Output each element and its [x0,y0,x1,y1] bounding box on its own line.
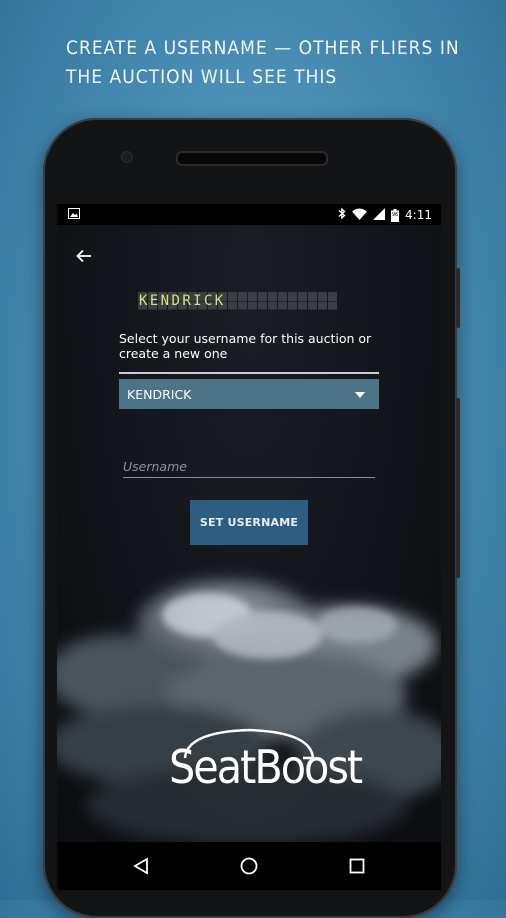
nav-home-icon[interactable] [237,854,261,878]
flap-tile [318,292,327,310]
front-camera [121,151,133,163]
username-input[interactable] [123,455,375,478]
back-arrow-icon[interactable] [73,245,95,267]
wifi-icon [352,208,368,223]
helper-text: Select your username for this auction or… [119,331,372,361]
volume-button [456,268,460,328]
flap-tile [228,292,237,310]
dropdown-selected-value: KENDRICK [127,387,192,402]
flap-tile [288,292,297,310]
status-time: 4:11 [405,208,432,222]
battery-level: 96 [391,211,399,218]
app-content: KENDRICK Select your username for this a… [57,225,441,842]
promo-headline: CREATE A USERNAME — OTHER FLIERS IN THE … [66,37,460,88]
flap-tile [238,292,247,310]
image-notification-icon [68,208,80,222]
caret-down-icon [355,392,365,398]
flapboard-username: KENDRICK [139,293,226,309]
divider [119,372,379,374]
signal-icon [373,207,386,223]
flap-tile [248,292,257,310]
side-button [456,398,460,578]
phone-screen: 96 4:11 KENDRICK Select your username fo… [57,204,441,890]
flap-tile [268,292,277,310]
flap-tile [308,292,317,310]
navigation-bar [57,842,441,890]
nav-back-icon[interactable] [129,854,153,878]
flap-tile [328,292,337,310]
set-username-button[interactable]: SET USERNAME [190,500,308,545]
seatboost-logo: SeatBoost [169,722,363,806]
nav-recents-icon[interactable] [345,854,369,878]
username-dropdown[interactable]: KENDRICK [119,379,379,409]
flap-tile [298,292,307,310]
flap-tile [278,292,287,310]
flap-tile [258,292,267,310]
bluetooth-icon [338,207,346,223]
status-bar: 96 4:11 [57,204,441,225]
battery-icon: 96 [391,208,400,222]
speaker-grille [176,151,328,166]
logo-text: SeatBoost [169,740,363,794]
